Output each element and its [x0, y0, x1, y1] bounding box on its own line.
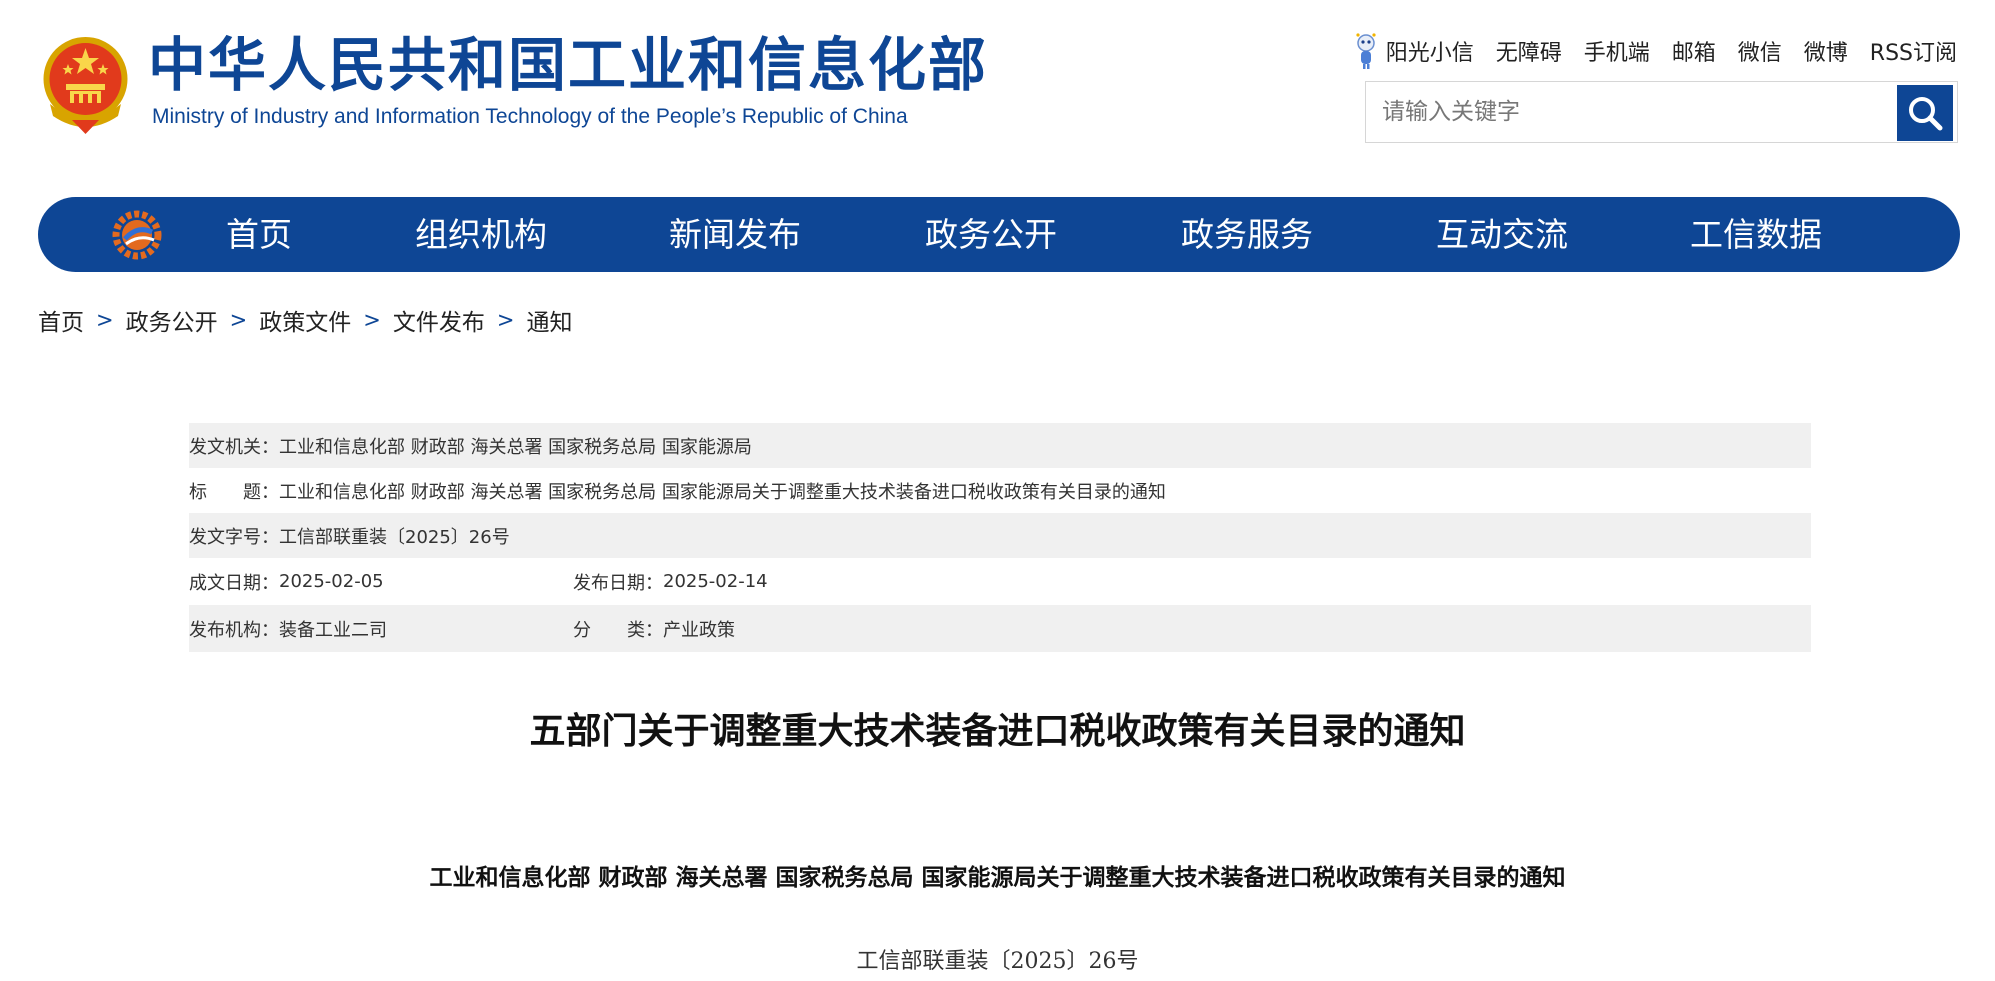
- breadcrumb-separator: >: [363, 308, 381, 332]
- main-nav: 首页 组织机构 新闻发布 政务公开 政务服务 互动交流 工信数据: [38, 197, 1960, 272]
- meta-row-title: 标 题： 工业和信息化部 财政部 海关总署 国家税务总局 国家能源局关于调整重大…: [189, 468, 1811, 513]
- meta-title-value: 工业和信息化部 财政部 海关总署 国家税务总局 国家能源局关于调整重大技术装备进…: [279, 481, 1166, 503]
- search-input[interactable]: [1366, 82, 1896, 142]
- top-link-mobile[interactable]: 手机端: [1584, 35, 1650, 67]
- meta-date-written: 成文日期： 2025-02-05: [189, 569, 573, 595]
- top-links: 阳光小信 无障碍 手机端 邮箱 微信 微博 RSS订阅: [1352, 32, 1957, 70]
- nav-organization[interactable]: 组织机构: [415, 197, 547, 272]
- meta-date-written-label: 成文日期：: [189, 572, 279, 594]
- nav-interaction[interactable]: 互动交流: [1436, 197, 1568, 272]
- article-title: 五部门关于调整重大技术装备进口税收政策有关目录的通知: [529, 711, 1466, 752]
- meta-title-label: 标 题：: [189, 481, 279, 503]
- meta-date-published-value: 2025-02-14: [663, 571, 768, 592]
- top-link-rss[interactable]: RSS订阅: [1870, 35, 1957, 67]
- meta-row-issuer: 发文机关： 工业和信息化部 财政部 海关总署 国家税务总局 国家能源局: [189, 423, 1811, 468]
- search-box: [1365, 81, 1958, 143]
- top-link-accessibility[interactable]: 无障碍: [1496, 35, 1562, 67]
- document-heading: 工业和信息化部 财政部 海关总署 国家税务总局 国家能源局关于调整重大技术装备进…: [429, 865, 1566, 891]
- breadcrumb-file-release[interactable]: 文件发布: [393, 303, 485, 337]
- meta-publisher: 发布机构： 装备工业二司: [189, 616, 573, 642]
- meta-row-publisher: 发布机构： 装备工业二司 分 类： 产业政策: [189, 605, 1811, 652]
- meta-docno-value: 工信部联重装〔2025〕26号: [279, 526, 510, 548]
- nav-home[interactable]: 首页: [226, 197, 292, 272]
- meta-category-label: 分 类：: [573, 619, 663, 641]
- nav-government-affairs[interactable]: 政务公开: [925, 197, 1057, 272]
- sunshine-xiaoxin-link[interactable]: 阳光小信: [1352, 32, 1474, 70]
- national-emblem-logo: [43, 37, 128, 134]
- top-link-sunshine: 阳光小信: [1385, 41, 1474, 66]
- top-link-weibo[interactable]: 微博: [1804, 35, 1848, 67]
- meta-docno-label: 发文字号：: [189, 526, 279, 548]
- breadcrumb-government-affairs[interactable]: 政务公开: [126, 303, 218, 337]
- site-subtitle: Ministry of Industry and Information Tec…: [152, 105, 908, 128]
- meta-publisher-value: 装备工业二司: [279, 619, 387, 641]
- meta-row-docno: 发文字号： 工信部联重装〔2025〕26号: [189, 513, 1811, 558]
- page: 中华人民共和国工业和信息化部 Ministry of Industry and …: [0, 0, 1995, 981]
- breadcrumb-notice[interactable]: 通知: [526, 303, 572, 337]
- meta-category: 分 类： 产业政策: [573, 616, 735, 642]
- top-link-mailbox[interactable]: 邮箱: [1672, 35, 1716, 67]
- document-number: 工信部联重装〔2025〕26号: [856, 949, 1139, 974]
- meta-category-value: 产业政策: [663, 619, 735, 641]
- nav-news[interactable]: 新闻发布: [669, 197, 801, 272]
- meta-date-published-label: 发布日期：: [573, 572, 663, 594]
- mascot-icon: [1356, 33, 1376, 69]
- breadcrumb-home[interactable]: 首页: [38, 303, 84, 337]
- document-metadata: 发文机关： 工业和信息化部 财政部 海关总署 国家税务总局 国家能源局 标 题：…: [189, 423, 1811, 652]
- breadcrumb-separator: >: [229, 308, 248, 332]
- miit-gear-logo-icon: [112, 210, 162, 260]
- meta-issuer-value: 工业和信息化部 财政部 海关总署 国家税务总局 国家能源局: [279, 436, 752, 458]
- breadcrumb: 首页 > 政务公开 > 政策文件 > 文件发布 > 通知: [38, 303, 572, 337]
- meta-date-published: 发布日期： 2025-02-14: [573, 569, 768, 595]
- breadcrumb-separator: >: [496, 308, 515, 332]
- site-title: 中华人民共和国工业和信息化部: [148, 31, 989, 99]
- nav-government-services[interactable]: 政务服务: [1181, 197, 1313, 272]
- meta-issuer-label: 发文机关：: [189, 436, 279, 458]
- search-icon: [1909, 97, 1943, 131]
- breadcrumb-policy-documents[interactable]: 政策文件: [259, 303, 351, 337]
- nav-data[interactable]: 工信数据: [1690, 197, 1822, 272]
- meta-row-dates: 成文日期： 2025-02-05 发布日期： 2025-02-14: [189, 558, 1811, 605]
- breadcrumb-separator: >: [96, 308, 114, 332]
- meta-date-written-value: 2025-02-05: [279, 571, 384, 592]
- top-link-wechat[interactable]: 微信: [1738, 35, 1782, 67]
- search-button[interactable]: [1897, 85, 1953, 141]
- meta-publisher-label: 发布机构：: [189, 619, 279, 641]
